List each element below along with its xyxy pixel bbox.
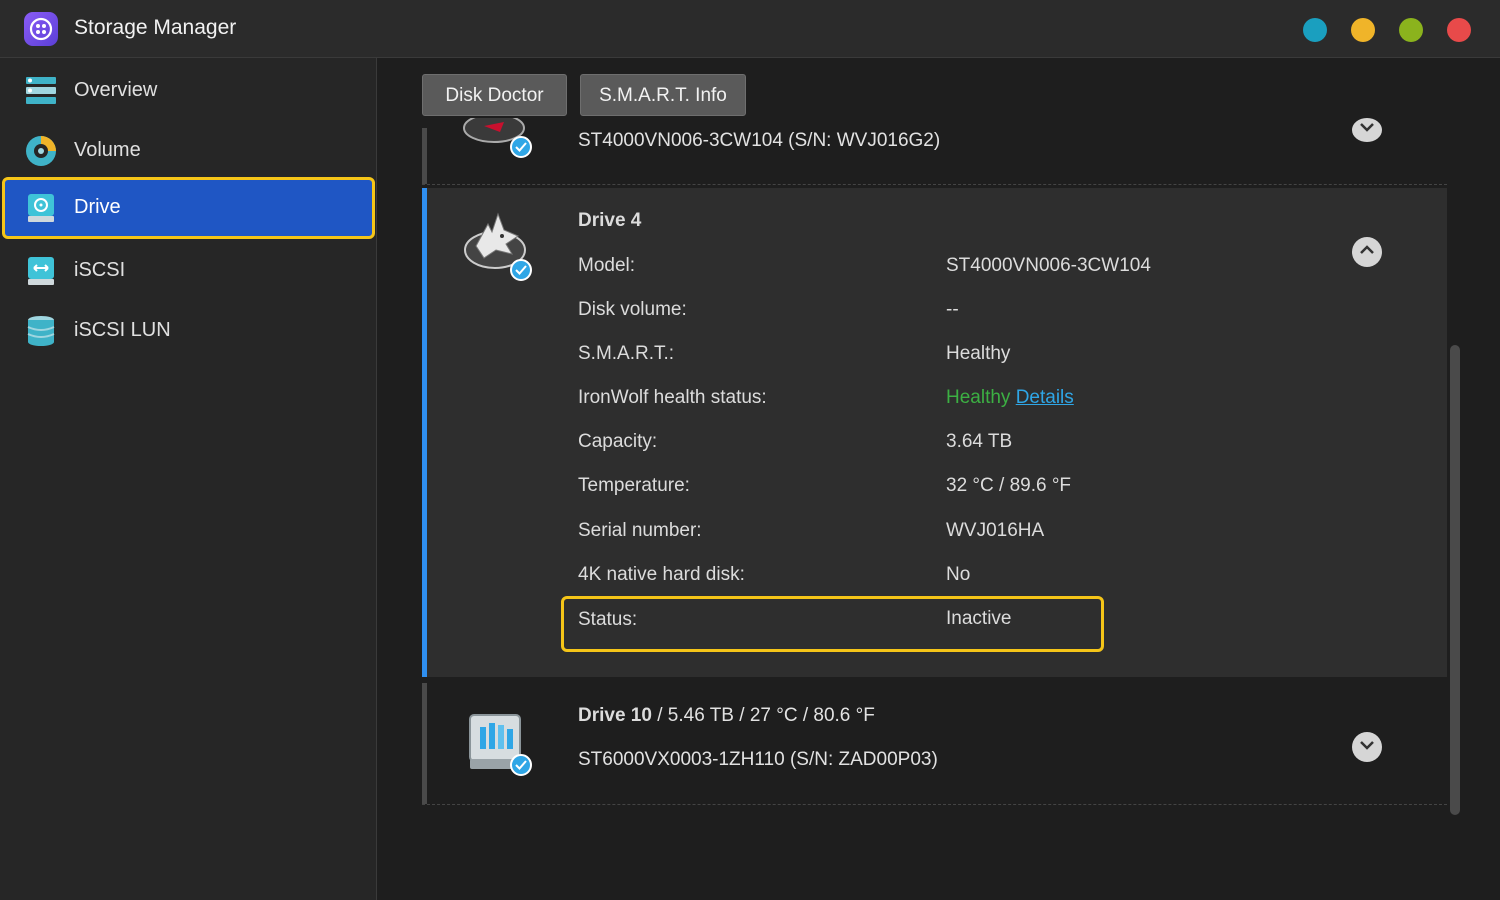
app-title: Storage Manager: [74, 16, 237, 39]
drive-summary: / 5.46 TB / 27 °C / 80.6 °F: [651, 705, 875, 726]
ironwolf-health-value-group: Healthy Details: [946, 387, 1074, 409]
window-dot-green[interactable]: [1399, 18, 1423, 42]
collapse-chevron-icon[interactable]: [1352, 237, 1382, 267]
disk-doctor-button[interactable]: Disk Doctor: [422, 74, 567, 116]
status-row-highlight: [561, 596, 1104, 652]
iscsi-lun-icon: [24, 314, 58, 348]
sidebar-item-label: Overview: [74, 79, 158, 101]
healthy-check-icon: [510, 259, 532, 281]
drive-title: Drive 4: [578, 210, 642, 231]
temperature-label: Temperature:: [578, 475, 690, 496]
capacity-label: Capacity:: [578, 431, 658, 452]
window-dot-yellow[interactable]: [1351, 18, 1375, 42]
sidebar-item-overview[interactable]: Overview: [2, 60, 375, 120]
healthy-check-icon: [510, 136, 532, 158]
window-dot-teal[interactable]: [1303, 18, 1327, 42]
temperature-value: 32 °C / 89.6 °F: [946, 475, 1072, 496]
storage-manager-app-icon: [24, 12, 58, 46]
sidebar-item-label: Volume: [74, 139, 141, 161]
smart-info-button[interactable]: S.M.A.R.T. Info: [580, 74, 746, 116]
serial-number-value: WVJ016HA: [946, 520, 1045, 541]
smart-label: S.M.A.R.T.:: [578, 343, 675, 364]
overview-icon: [24, 74, 58, 108]
card-left-bar: [422, 128, 427, 184]
sidebar-item-iscsi[interactable]: iSCSI: [2, 240, 375, 300]
drive-model-serial: ST4000VN006-3CW104 (S/N: WVJ016G2): [578, 130, 941, 151]
ironwolf-details-link[interactable]: Details: [1016, 387, 1074, 408]
expand-chevron-icon[interactable]: [1352, 118, 1382, 142]
model-label: Model:: [578, 255, 636, 276]
disk-volume-label: Disk volume:: [578, 299, 687, 320]
drive-icon: [24, 191, 58, 225]
4k-native-label: 4K native hard disk:: [578, 564, 745, 585]
sidebar-item-iscsi-lun[interactable]: iSCSI LUN: [2, 300, 375, 360]
serial-number-label: Serial number:: [578, 520, 702, 541]
sidebar-item-label: Drive: [74, 196, 121, 218]
drive-card-previous[interactable]: ST4000VN006-3CW104 (S/N: WVJ016G2): [422, 118, 1447, 185]
card-left-bar: [422, 683, 427, 804]
drive-model-serial: ST6000VX0003-1ZH110 (S/N: ZAD00P03): [578, 749, 938, 770]
card-left-bar-active: [422, 188, 427, 677]
ironwolf-health-label: IronWolf health status:: [578, 387, 767, 408]
window-dot-red[interactable]: [1447, 18, 1471, 42]
4k-native-value: No: [946, 564, 971, 585]
sidebar-item-drive[interactable]: Drive: [2, 177, 375, 239]
ironwolf-health-value: Healthy: [946, 387, 1011, 408]
sidebar-item-volume[interactable]: Volume: [2, 120, 375, 180]
drive-card-drive-10[interactable]: Drive 10 / 5.46 TB / 27 °C / 80.6 °F ST6…: [422, 683, 1447, 805]
volume-icon: [24, 134, 58, 168]
sidebar: Overview Volume Drive iSCSI iSCSI LUN: [0, 58, 377, 900]
drive-10-header: Drive 10 / 5.46 TB / 27 °C / 80.6 °F: [578, 705, 875, 727]
iscsi-icon: [24, 254, 58, 288]
sidebar-item-label: iSCSI LUN: [74, 319, 171, 341]
title-bar: Storage Manager: [0, 0, 1500, 58]
smart-value: Healthy: [946, 343, 1011, 364]
drive-title: Drive 10: [578, 705, 652, 726]
disk-volume-value: --: [946, 299, 959, 320]
model-value: ST4000VN006-3CW104: [946, 255, 1151, 276]
scrollbar[interactable]: [1450, 345, 1460, 815]
capacity-value: 3.64 TB: [946, 431, 1013, 452]
sidebar-item-label: iSCSI: [74, 259, 126, 281]
expand-chevron-icon[interactable]: [1352, 732, 1382, 762]
healthy-check-icon: [510, 754, 532, 776]
